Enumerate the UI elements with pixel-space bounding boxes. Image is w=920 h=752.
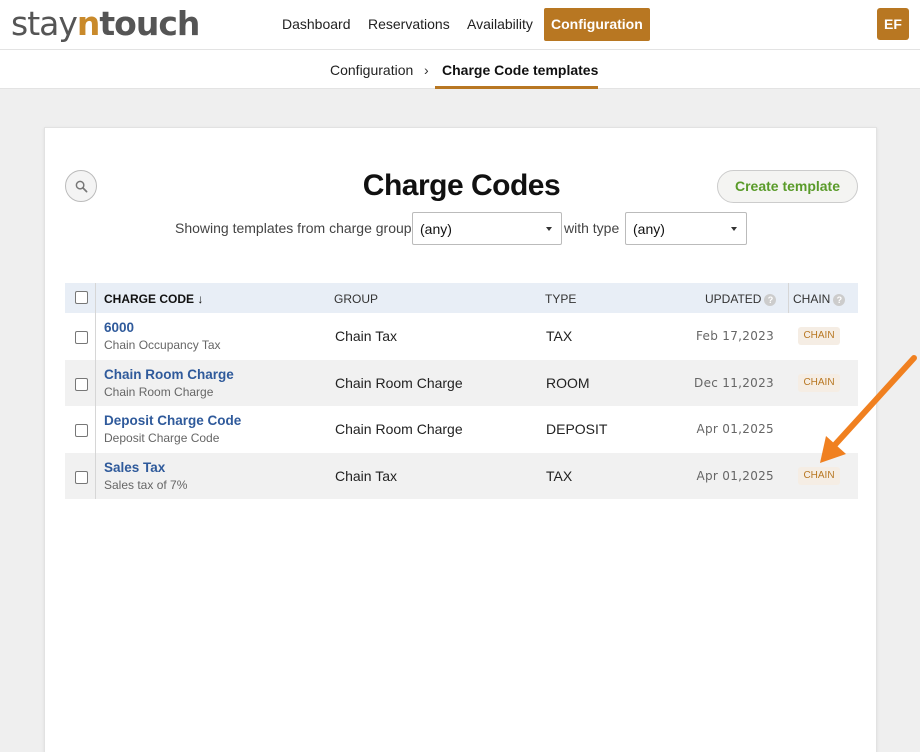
charge-type-select[interactable]: (any) — [625, 212, 747, 245]
nav-configuration[interactable]: Configuration — [544, 8, 650, 41]
nav-reservations[interactable]: Reservations — [368, 16, 450, 32]
help-icon[interactable]: ? — [764, 294, 777, 306]
updated-cell: Feb 17,2023 — [696, 329, 774, 343]
charge-code-link[interactable]: Chain Room Charge — [104, 367, 234, 382]
breadcrumb: Configuration › Charge Code templates — [0, 50, 920, 89]
column-divider — [95, 359, 96, 406]
header-type[interactable]: TYPE — [545, 292, 576, 306]
group-cell: Chain Room Charge — [335, 421, 463, 437]
breadcrumb-current[interactable]: Charge Code templates — [442, 62, 598, 78]
row-checkbox[interactable] — [75, 331, 88, 344]
create-template-button[interactable]: Create template — [717, 170, 858, 203]
column-divider — [95, 313, 96, 360]
chain-badge: CHAIN — [798, 327, 840, 345]
charge-code-description: Chain Occupancy Tax — [104, 338, 221, 352]
header-group[interactable]: GROUP — [334, 292, 378, 306]
charge-group-value: (any) — [420, 221, 452, 237]
column-divider — [95, 406, 96, 453]
charge-codes-table: CHARGE CODE ↓ GROUP TYPE UPDATED? CHAIN?… — [65, 283, 858, 499]
charge-code-link[interactable]: 6000 — [104, 320, 134, 335]
select-all-checkbox[interactable] — [75, 291, 88, 304]
chevron-down-icon — [731, 227, 737, 231]
stayntouch-logo[interactable]: stayntouch — [11, 4, 200, 43]
updated-cell: Apr 01,2025 — [696, 422, 774, 436]
table-row[interactable]: Sales Tax Sales tax of 7% Chain Tax TAX … — [65, 452, 858, 499]
charge-type-value: (any) — [633, 221, 665, 237]
type-cell: ROOM — [546, 374, 590, 391]
group-cell: Chain Tax — [335, 328, 398, 344]
charge-code-description: Sales tax of 7% — [104, 477, 188, 492]
nav-dashboard[interactable]: Dashboard — [282, 16, 351, 32]
header-chain[interactable]: CHAIN? — [793, 292, 846, 306]
group-cell: Chain Room Charge — [335, 374, 463, 391]
table-row[interactable]: Deposit Charge Code Deposit Charge Code … — [65, 406, 858, 453]
type-cell: TAX — [546, 328, 573, 344]
chevron-down-icon — [546, 227, 552, 231]
charge-group-select[interactable]: (any) — [412, 212, 562, 245]
row-checkbox[interactable] — [75, 377, 88, 391]
breadcrumb-separator: › — [424, 62, 429, 78]
table-header: CHARGE CODE ↓ GROUP TYPE UPDATED? CHAIN? — [65, 283, 858, 313]
type-cell: TAX — [546, 467, 573, 484]
group-cell: Chain Tax — [335, 467, 398, 484]
active-tab-underline — [435, 86, 598, 89]
charge-codes-panel: Charge Codes Create template Showing tem… — [44, 127, 877, 752]
updated-cell: Apr 01,2025 — [696, 468, 774, 483]
row-checkbox[interactable] — [75, 470, 88, 484]
column-divider — [788, 283, 789, 313]
type-cell: DEPOSIT — [546, 421, 608, 437]
breadcrumb-configuration[interactable]: Configuration — [330, 62, 413, 78]
column-divider — [95, 452, 96, 499]
table-row[interactable]: 6000 Chain Occupancy Tax Chain Tax TAX F… — [65, 313, 858, 360]
filter-label-type: with type — [564, 220, 620, 236]
charge-code-link[interactable]: Sales Tax — [104, 460, 165, 475]
charge-code-description: Deposit Charge Code — [104, 431, 220, 445]
user-avatar[interactable]: EF — [877, 8, 909, 40]
header-charge-code[interactable]: CHARGE CODE ↓ — [104, 292, 203, 306]
help-icon[interactable]: ? — [833, 294, 846, 306]
table-row[interactable]: Chain Room Charge Chain Room Charge Chai… — [65, 359, 858, 406]
top-navigation: stayntouch Dashboard Reservations Availa… — [0, 0, 920, 50]
updated-cell: Dec 11,2023 — [694, 375, 774, 390]
nav-availability[interactable]: Availability — [467, 16, 533, 32]
annotation-arrow-icon — [820, 355, 917, 463]
column-divider — [95, 283, 96, 313]
header-updated[interactable]: UPDATED? — [705, 292, 777, 306]
charge-code-link[interactable]: Deposit Charge Code — [104, 413, 241, 428]
charge-code-description: Chain Room Charge — [104, 384, 214, 399]
filter-label-group: Showing templates from charge group — [175, 220, 412, 236]
row-checkbox[interactable] — [75, 424, 88, 437]
